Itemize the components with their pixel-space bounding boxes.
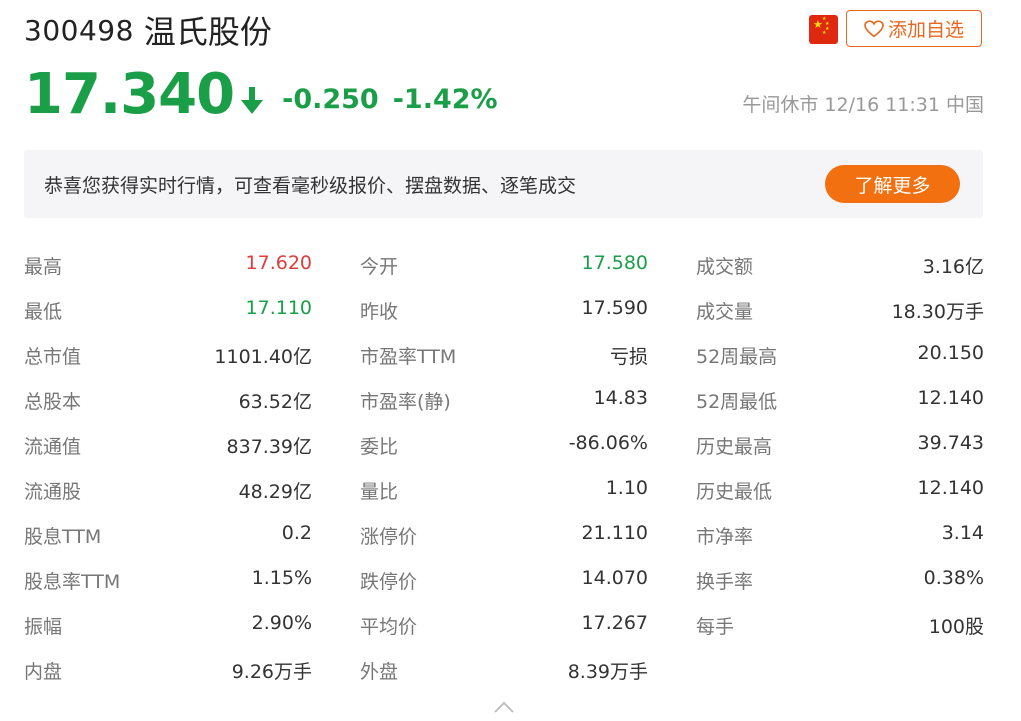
stat-label: 跌停价 (360, 571, 418, 593)
stat-value: 837.39亿 (226, 436, 312, 458)
stat-label: 股息TTM (24, 526, 102, 548)
stat-value: 17.110 (245, 297, 312, 319)
stats-row: 振幅 2.90% 平均价 17.267 每手 100股 (24, 602, 984, 647)
stat-label: 最低 (24, 301, 63, 323)
stock-name: 温氏股份 (143, 13, 272, 51)
stats-row: 内盘 9.26万手 外盘 8.39万手 (24, 647, 984, 692)
stat-value: 0.2 (281, 522, 312, 544)
stat-value: 63.52亿 (238, 391, 312, 413)
stat-value: 12.140 (917, 387, 984, 409)
stat-value: 48.29亿 (238, 481, 312, 503)
stat-value: 17.267 (581, 612, 648, 634)
stat-label: 振幅 (24, 616, 63, 638)
stat-label: 成交额 (696, 256, 754, 278)
stat-value: 14.070 (581, 567, 648, 589)
stat-value: 12.140 (917, 477, 984, 499)
stat-label: 历史最低 (696, 481, 773, 503)
stat-label: 昨收 (360, 301, 399, 323)
stat-label: 市盈率TTM (360, 346, 457, 368)
stat-label: 委比 (360, 436, 399, 458)
stat-label: 量比 (360, 481, 399, 503)
stats-row: 股息TTM 0.2 涨停价 21.110 市净率 3.14 (24, 512, 984, 557)
stat-label: 内盘 (24, 661, 63, 683)
stats-grid: 最高 17.620 今开 17.580 成交额 3.16亿最低 17.110 昨收 17.590… (24, 242, 984, 692)
add-to-watchlist-button[interactable]: 添加自选 (846, 10, 982, 47)
add-to-watchlist-label: 添加自选 (887, 19, 964, 41)
stat-value: 8.39万手 (567, 661, 648, 683)
stat-value: 14.83 (593, 387, 648, 409)
stat-value: 亏损 (609, 346, 648, 368)
price-change: -0.250 (282, 83, 379, 115)
market-status: 午间休市 12/16 11:31 中国 (742, 94, 984, 116)
stat-value: 3.16亿 (922, 256, 984, 278)
stats-row: 流通值 837.39亿 委比 -86.06% 历史最高 39.743 (24, 422, 984, 467)
stat-label: 成交量 (696, 301, 754, 323)
stat-label: 平均价 (360, 616, 418, 638)
stat-label: 总市值 (24, 346, 82, 368)
stat-label: 总股本 (24, 391, 82, 413)
banner-text: 恭喜您获得实时行情，可查看毫秒级报价、摆盘数据、逐笔成交 (44, 175, 577, 197)
stat-label: 涨停价 (360, 526, 418, 548)
stat-value: 2.90% (251, 612, 312, 634)
stats-row: 总股本 63.52亿 市盈率(静) 14.83 52周最低 12.140 (24, 377, 984, 422)
stat-label: 换手率 (696, 571, 754, 593)
stock-code: 300498 (24, 13, 134, 47)
stats-row: 流通股 48.29亿 量比 1.10 历史最低 12.140 (24, 467, 984, 512)
stat-value: 1.10 (605, 477, 648, 499)
stat-value: 17.620 (245, 252, 312, 274)
stat-label: 流通股 (24, 481, 82, 503)
stat-label: 52周最高 (696, 346, 778, 368)
stat-value: 3.14 (941, 522, 984, 544)
stat-label: 历史最高 (696, 436, 773, 458)
stat-label: 52周最低 (696, 391, 778, 413)
price-row: 17.340 -0.250 -1.42% (24, 61, 498, 127)
stat-label: 最高 (24, 256, 63, 278)
stat-value: 1101.40亿 (214, 346, 312, 368)
stat-label: 外盘 (360, 661, 399, 683)
price-change-percent: -1.42% (392, 83, 498, 115)
stat-value: 17.590 (581, 297, 648, 319)
stats-row: 股息率TTM 1.15% 跌停价 14.070 换手率 0.38% (24, 557, 984, 602)
stat-value: 21.110 (581, 522, 648, 544)
stock-header: 300498 温氏股份 (24, 8, 272, 52)
stat-label: 流通值 (24, 436, 82, 458)
arrow-down-icon (241, 87, 264, 114)
stat-label: 股息率TTM (24, 571, 121, 593)
stats-row: 最低 17.110 昨收 17.590 成交量 18.30万手 (24, 287, 984, 332)
stat-value: 17.580 (581, 252, 648, 274)
stat-value: 1.15% (251, 567, 312, 589)
stat-value: -86.06% (568, 432, 648, 454)
stats-row: 总市值 1101.40亿 市盈率TTM 亏损 52周最高 20.150 (24, 332, 984, 377)
stat-value: 100股 (928, 616, 984, 638)
realtime-quote-banner: 恭喜您获得实时行情，可查看毫秒级报价、摆盘数据、逐笔成交 了解更多 (24, 150, 983, 218)
stat-value: 9.26万手 (231, 661, 312, 683)
stat-value: 39.743 (917, 432, 984, 454)
stat-value: 0.38% (923, 567, 984, 589)
stat-value: 20.150 (917, 342, 984, 364)
stats-row: 最高 17.620 今开 17.580 成交额 3.16亿 (24, 242, 984, 287)
learn-more-button[interactable]: 了解更多 (825, 165, 960, 203)
stat-label: 市净率 (696, 526, 754, 548)
stat-value: 18.30万手 (891, 301, 984, 323)
heart-icon (864, 19, 884, 37)
stat-label: 市盈率(静) (360, 391, 451, 413)
stat-label: 今开 (360, 256, 399, 278)
chevron-up-icon[interactable] (493, 700, 515, 714)
stat-label: 每手 (696, 616, 735, 638)
current-price: 17.340 (24, 61, 235, 127)
china-flag-icon: ★ ★ ★ ★ ★ (809, 15, 838, 44)
